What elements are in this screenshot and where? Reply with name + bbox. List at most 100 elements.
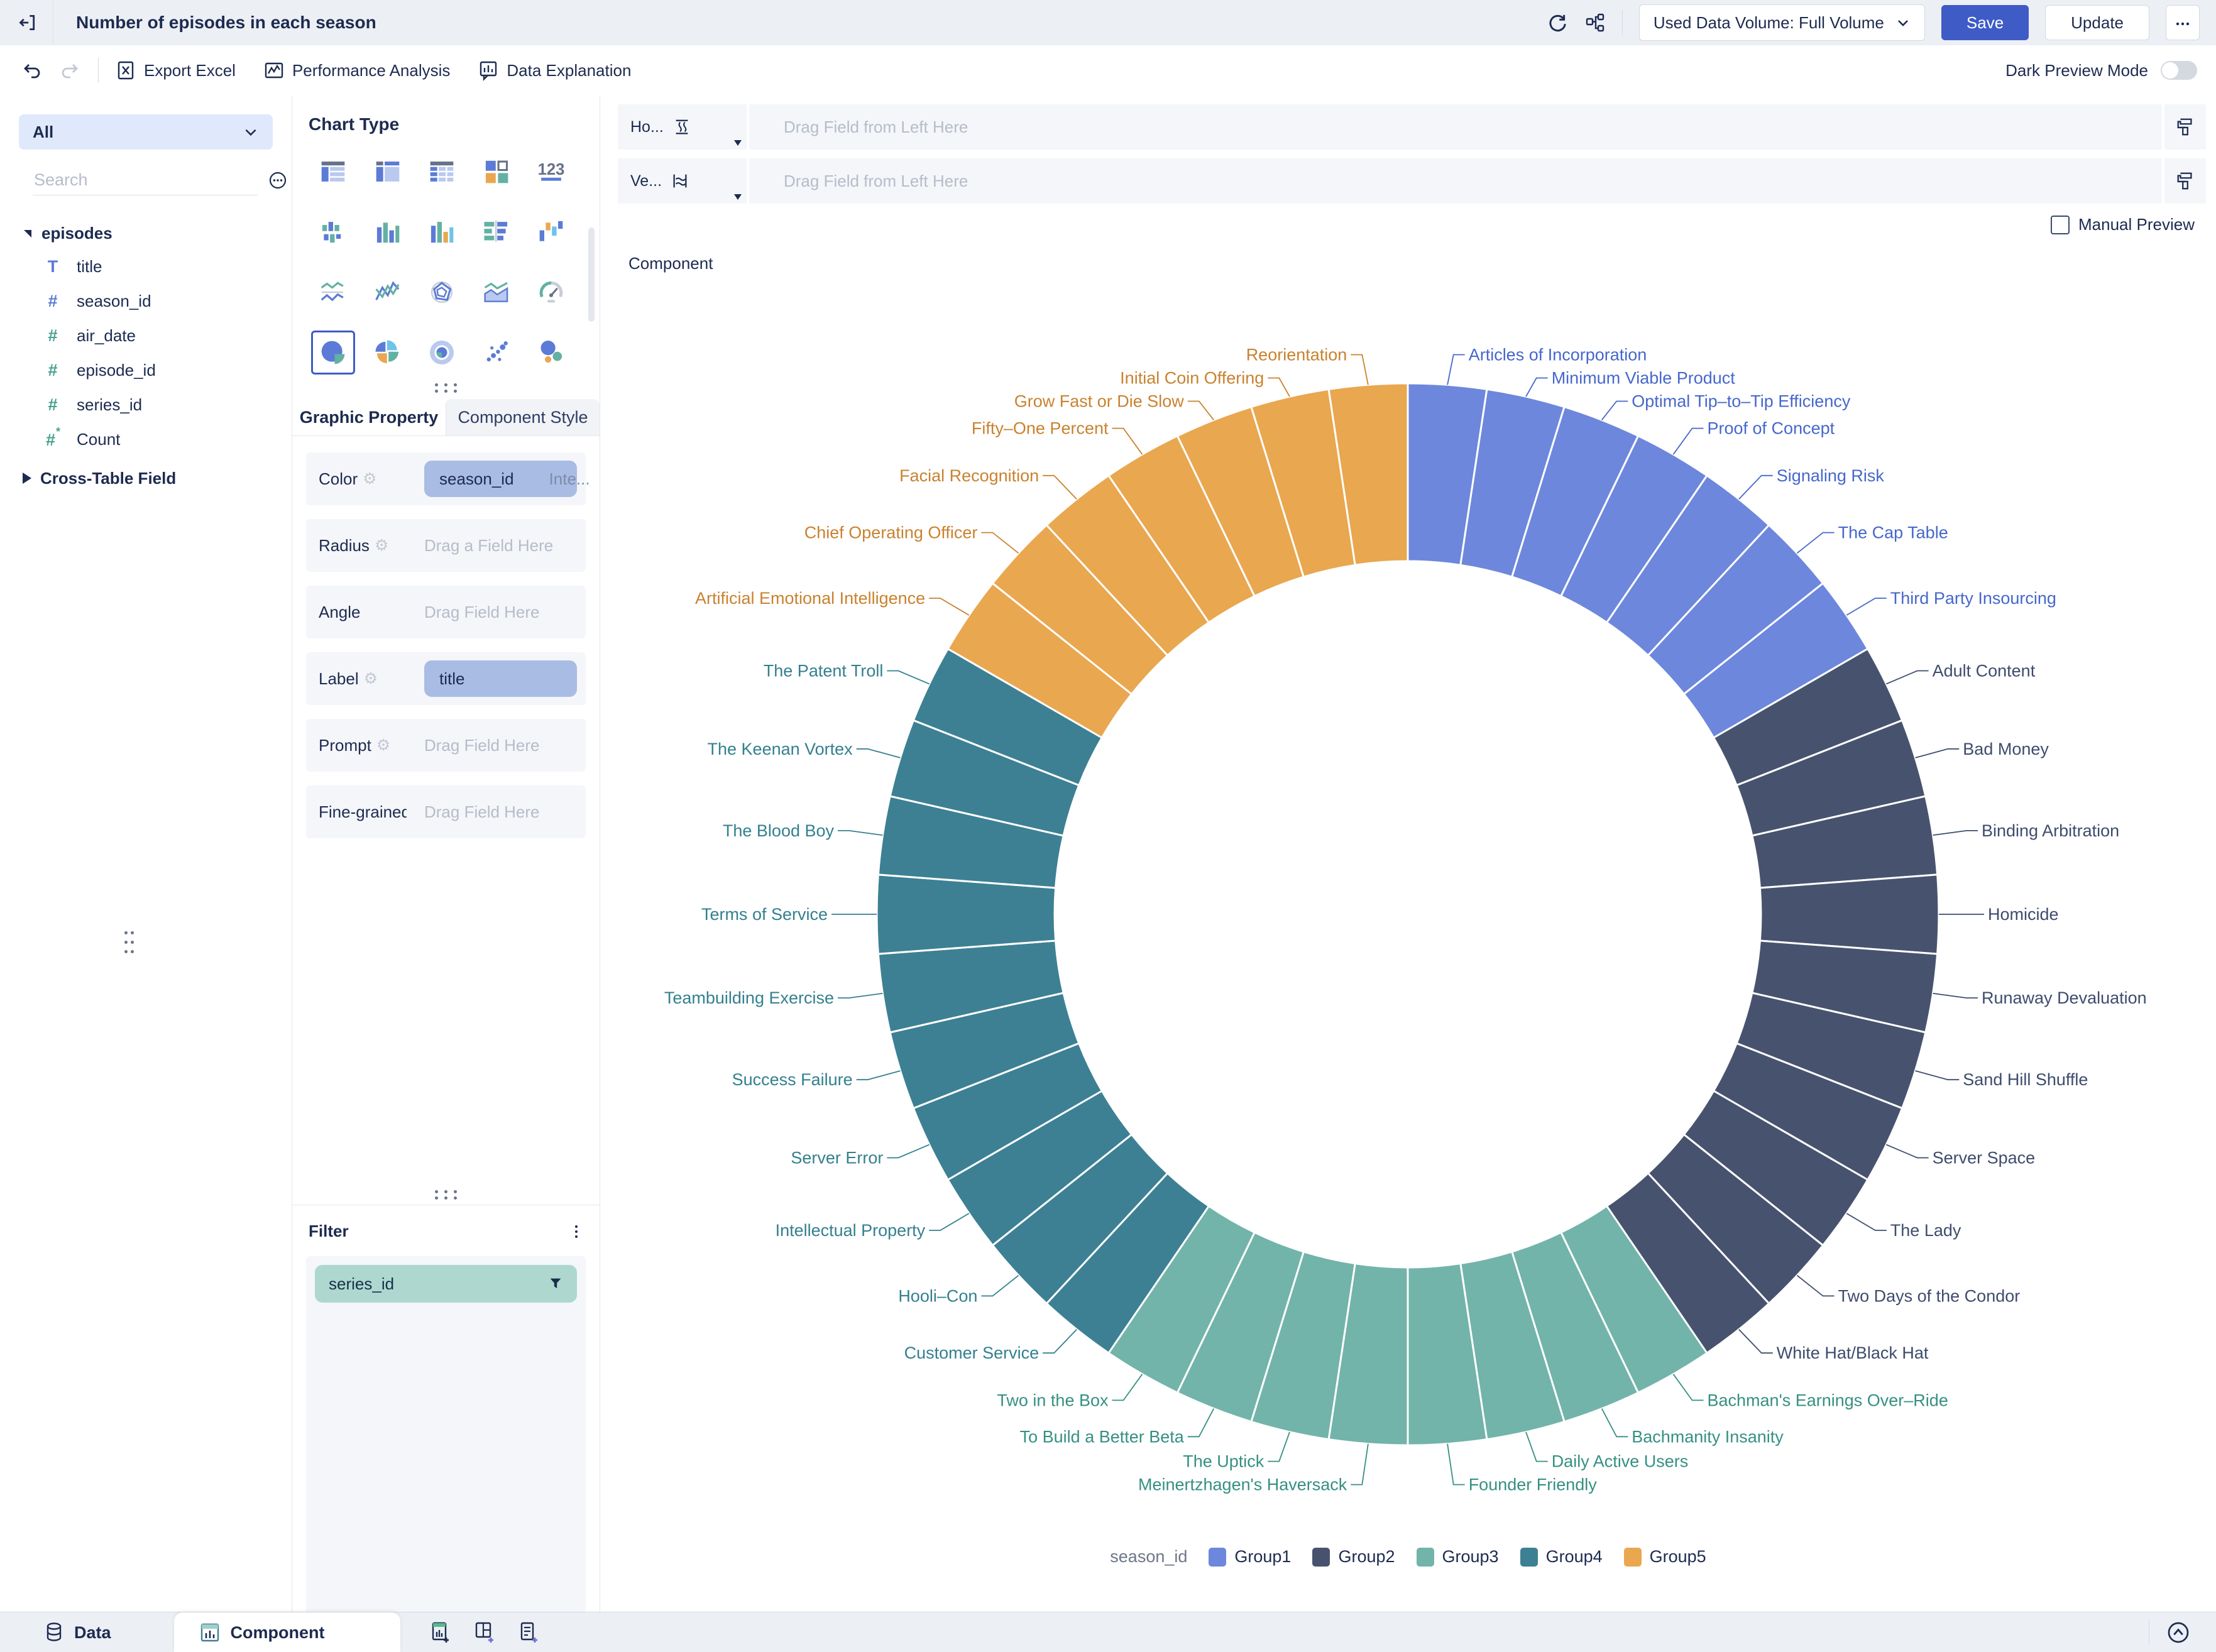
- save-button[interactable]: Save: [1941, 5, 2029, 40]
- collapse-panel-button[interactable]: [2166, 1620, 2191, 1645]
- field-item-series_id[interactable]: #series_id: [0, 388, 292, 422]
- chart-type-scatter-icon[interactable]: [474, 331, 518, 375]
- chart-type-cross-table-icon[interactable]: [420, 150, 464, 194]
- property-drop-zone[interactable]: Drag Field Here: [424, 603, 577, 622]
- property-label: Label⚙: [319, 669, 424, 689]
- field-item-air_date[interactable]: #air_date: [0, 319, 292, 353]
- chart-type-pie-quarters-icon[interactable]: [366, 331, 410, 375]
- refresh-button[interactable]: [1547, 12, 1568, 33]
- field-item-season_id[interactable]: #season_id: [0, 284, 292, 319]
- field-item-Count[interactable]: #*Count: [0, 422, 292, 457]
- dark-preview-toggle[interactable]: [2161, 61, 2197, 80]
- field-item-title[interactable]: Ttitle: [0, 249, 292, 284]
- tab-data[interactable]: Data: [19, 1612, 136, 1652]
- chart-type-kpi-icon[interactable]: 123: [529, 150, 573, 194]
- chart-type-area-icon[interactable]: [474, 270, 518, 314]
- slice-label: Optimal Tip–to–Tip Efficiency: [1632, 392, 1851, 411]
- gear-icon[interactable]: ⚙: [376, 736, 390, 755]
- chart-type-line-icon[interactable]: [311, 270, 355, 314]
- chart-type-detail-table-icon[interactable]: [366, 150, 410, 194]
- component-tab-icon: [199, 1622, 221, 1643]
- field-item-episode_id[interactable]: #episode_id: [0, 353, 292, 388]
- property-row-label: Label⚙title: [306, 652, 586, 705]
- legend-swatch: [1312, 1548, 1330, 1567]
- legend-item-group1[interactable]: Group1: [1209, 1547, 1291, 1567]
- legend-item-group5[interactable]: Group5: [1624, 1547, 1706, 1567]
- chart-type-donut-icon[interactable]: [420, 331, 464, 375]
- chart-type-waterfall-icon[interactable]: [529, 210, 573, 254]
- add-list-button[interactable]: [517, 1621, 540, 1644]
- tab-graphic-property[interactable]: Graphic Property: [292, 399, 446, 435]
- gear-icon[interactable]: ⚙: [375, 536, 388, 555]
- scope-select[interactable]: All: [19, 114, 273, 150]
- chart-type-scrollbar[interactable]: [588, 227, 595, 322]
- chart-type-bubble-icon[interactable]: [529, 331, 573, 375]
- update-button[interactable]: Update: [2045, 5, 2149, 40]
- chart-type-dashboard-icon[interactable]: [474, 150, 518, 194]
- back-button[interactable]: [0, 0, 53, 45]
- chart-type-group-table-icon[interactable]: [311, 150, 355, 194]
- shelf-caret-icon[interactable]: [734, 194, 742, 200]
- chart-type-multi-line-icon[interactable]: [366, 270, 410, 314]
- property-drop-zone[interactable]: season_idInte...: [424, 461, 577, 497]
- chart-type-pie-icon[interactable]: [311, 331, 355, 375]
- chart-type-bar-icon[interactable]: [474, 210, 518, 254]
- chart-type-column-icon[interactable]: [366, 210, 410, 254]
- lineage-button[interactable]: [1584, 12, 1606, 33]
- legend-item-group4[interactable]: Group4: [1520, 1547, 1603, 1567]
- filter-resize-handle[interactable]: [427, 1190, 465, 1200]
- search-options-button[interactable]: [268, 170, 288, 190]
- chart-type-radar-icon[interactable]: [420, 270, 464, 314]
- horizontal-format-button[interactable]: [2164, 104, 2206, 150]
- field-pill-season_id[interactable]: season_idInte...: [424, 461, 577, 497]
- horizontal-drop-zone[interactable]: Drag Field from Left Here: [749, 104, 2162, 150]
- vertical-shelf-label[interactable]: Ve...: [618, 158, 747, 204]
- search-input[interactable]: [33, 165, 258, 195]
- filter-menu-button[interactable]: [569, 1223, 583, 1240]
- label-leader-line: [1739, 1330, 1773, 1354]
- slice-label: Success Failure: [732, 1070, 853, 1089]
- add-component-button[interactable]: [429, 1621, 452, 1644]
- component-label: Component: [628, 254, 713, 273]
- tab-component-style[interactable]: Component Style: [446, 399, 600, 435]
- data-explanation-button[interactable]: Data Explanation: [478, 60, 631, 81]
- property-drop-zone[interactable]: Drag Field Here: [424, 736, 577, 755]
- legend-item-group3[interactable]: Group3: [1417, 1547, 1499, 1567]
- number-field-icon: #: [41, 361, 64, 380]
- vertical-format-button[interactable]: [2164, 158, 2206, 204]
- filter-pill-series-id[interactable]: series_id: [315, 1265, 577, 1303]
- property-drop-zone[interactable]: Drag a Field Here: [424, 536, 577, 555]
- redo-button[interactable]: [59, 60, 80, 81]
- add-dashboard-button[interactable]: [473, 1621, 496, 1644]
- property-drop-zone[interactable]: title: [424, 660, 577, 697]
- shelf-caret-icon[interactable]: [734, 140, 742, 146]
- label-leader-line: [1797, 1276, 1834, 1296]
- field-pill-title[interactable]: title: [424, 660, 577, 697]
- chart-type-gauge-icon[interactable]: [529, 270, 573, 314]
- legend-swatch: [1417, 1548, 1434, 1567]
- performance-icon: [263, 60, 285, 81]
- performance-analysis-button[interactable]: Performance Analysis: [263, 60, 450, 81]
- add-list-icon: [517, 1621, 540, 1644]
- sidebar-resize-handle[interactable]: [124, 931, 134, 953]
- vertical-drop-zone[interactable]: Drag Field from Left Here: [749, 158, 2162, 204]
- property-label: Color⚙: [319, 469, 424, 489]
- undo-button[interactable]: [21, 60, 43, 81]
- panel-resize-handle[interactable]: [427, 383, 465, 393]
- horizontal-shelf-label[interactable]: Ho...: [618, 104, 747, 150]
- manual-preview-checkbox[interactable]: [2051, 216, 2070, 234]
- tree-node-episodes[interactable]: episodes: [0, 217, 292, 249]
- label-leader-line: [1526, 378, 1548, 397]
- property-drop-zone[interactable]: Drag Field Here: [424, 802, 577, 822]
- chart-type-column-multi-icon[interactable]: [420, 210, 464, 254]
- gear-icon[interactable]: ⚙: [364, 669, 378, 688]
- gear-icon[interactable]: ⚙: [363, 469, 376, 488]
- filter-shelf[interactable]: series_id: [306, 1256, 586, 1652]
- chart-type-stack-column-icon[interactable]: [311, 210, 355, 254]
- legend-item-group2[interactable]: Group2: [1312, 1547, 1395, 1567]
- more-button[interactable]: [2166, 5, 2200, 40]
- export-excel-button[interactable]: Export Excel: [116, 60, 236, 81]
- tab-component[interactable]: Component: [174, 1612, 400, 1652]
- data-volume-select[interactable]: Used Data Volume: Full Volume: [1639, 4, 1925, 41]
- tree-node-cross-table-field[interactable]: Cross-Table Field: [0, 461, 292, 496]
